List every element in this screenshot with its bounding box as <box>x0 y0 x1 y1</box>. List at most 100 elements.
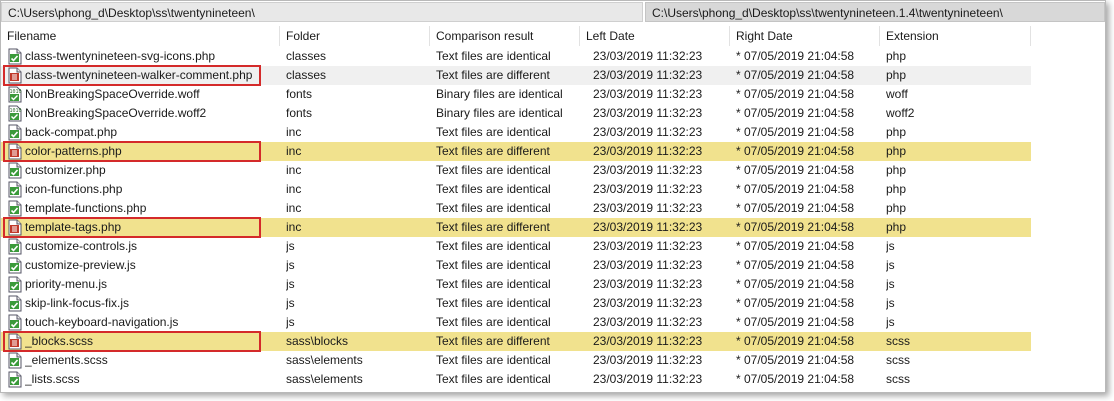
table-row[interactable]: _blocks.scss sass\blocks Text files are di… <box>1 331 1031 352</box>
folder-cell: js <box>286 239 295 253</box>
left-date-cell: 23/03/2019 11:32:23 <box>593 163 703 177</box>
filename-cell: customize-controls.js <box>25 239 138 253</box>
comparison-result-cell: Text files are different <box>436 68 550 82</box>
table-row[interactable]: color-patterns.php inc Text files are diff… <box>1 141 1031 162</box>
left-date-cell: 23/03/2019 11:32:23 <box>593 296 703 310</box>
comparison-result-cell: Text files are identical <box>436 182 551 196</box>
right-date-cell: * 07/05/2019 21:04:58 <box>736 106 855 120</box>
filename-cell: back-compat.php <box>25 125 118 139</box>
filename-cell: _lists.scss <box>25 372 80 386</box>
table-row[interactable]: template-tags.php inc Text files are diffe… <box>1 217 1031 238</box>
table-row[interactable]: class-twentynineteen-svg-icons.php classe… <box>1 47 1031 66</box>
column-extension[interactable]: Extension <box>880 26 1031 46</box>
right-date-cell: * 07/05/2019 21:04:58 <box>736 68 855 82</box>
table-row[interactable]: 1010 NonBreakingSpaceOverride.woff2 fonts B… <box>1 104 1031 123</box>
extension-cell: js <box>886 315 895 329</box>
folder-cell: sass\elements <box>286 372 363 386</box>
right-date-cell: * 07/05/2019 21:04:58 <box>736 49 855 63</box>
table-row[interactable]: customize-controls.js js Text files are id… <box>1 237 1031 256</box>
comparison-result-cell: Text files are identical <box>436 163 551 177</box>
right-date-cell: * 07/05/2019 21:04:58 <box>736 201 855 215</box>
table-row[interactable]: customize-preview.js js Text files are ide… <box>1 256 1031 275</box>
column-header: Filename Folder Comparison result Left D… <box>1 26 1031 46</box>
right-date-cell: * 07/05/2019 21:04:58 <box>736 277 855 291</box>
comparison-result-cell: Text files are different <box>436 334 550 348</box>
comparison-result-cell: Text files are different <box>436 144 550 158</box>
identical-file-icon <box>7 276 23 293</box>
identical-file-icon <box>7 181 23 198</box>
binary-file-icon: 1010 <box>7 86 23 103</box>
identical-file-icon <box>7 371 23 388</box>
filename-cell: _elements.scss <box>25 353 108 367</box>
highlight-box <box>3 141 261 162</box>
column-left-date[interactable]: Left Date <box>580 26 730 46</box>
comparison-result-cell: Binary files are identical <box>436 87 563 101</box>
table-row[interactable]: icon-functions.php inc Text files are iden… <box>1 180 1031 199</box>
highlight-box <box>3 65 261 86</box>
left-date-cell: 23/03/2019 11:32:23 <box>593 334 703 348</box>
table-row[interactable]: priority-menu.js js Text files are identic… <box>1 275 1031 294</box>
extension-cell: js <box>886 277 895 291</box>
comparison-result-cell: Binary files are identical <box>436 106 563 120</box>
comparison-result-cell: Text files are identical <box>436 315 551 329</box>
table-row[interactable]: touch-keyboard-navigation.js js Text files… <box>1 313 1031 332</box>
right-date-cell: * 07/05/2019 21:04:58 <box>736 353 855 367</box>
folder-cell: sass\elements <box>286 353 363 367</box>
table-row[interactable]: template-functions.php inc Text files are … <box>1 199 1031 218</box>
identical-file-icon <box>7 314 23 331</box>
left-date-cell: 23/03/2019 11:32:23 <box>593 125 703 139</box>
table-row[interactable]: _lists.scss sass\elements Text files are i… <box>1 370 1031 389</box>
filename-cell: NonBreakingSpaceOverride.woff2 <box>25 106 207 120</box>
filename-cell: icon-functions.php <box>25 182 123 196</box>
right-date-cell: * 07/05/2019 21:04:58 <box>736 125 855 139</box>
left-date-cell: 23/03/2019 11:32:23 <box>593 106 703 120</box>
identical-file-icon <box>7 257 23 274</box>
right-date-cell: * 07/05/2019 21:04:58 <box>736 239 855 253</box>
left-date-cell: 23/03/2019 11:32:23 <box>593 315 703 329</box>
highlight-box <box>3 217 261 238</box>
column-right-date[interactable]: Right Date <box>730 26 880 46</box>
left-date-cell: 23/03/2019 11:32:23 <box>593 220 703 234</box>
identical-file-icon <box>7 295 23 312</box>
comparison-result-cell: Text files are identical <box>436 239 551 253</box>
filename-cell: class-twentynineteen-svg-icons.php <box>25 49 216 63</box>
left-date-cell: 23/03/2019 11:32:23 <box>593 201 703 215</box>
left-date-cell: 23/03/2019 11:32:23 <box>593 372 703 386</box>
right-date-cell: * 07/05/2019 21:04:58 <box>736 372 855 386</box>
folder-cell: js <box>286 296 295 310</box>
right-date-cell: * 07/05/2019 21:04:58 <box>736 220 855 234</box>
left-date-cell: 23/03/2019 11:32:23 <box>593 277 703 291</box>
table-row[interactable]: back-compat.php inc Text files are identic… <box>1 123 1031 142</box>
comparison-result-cell: Text files are identical <box>436 372 551 386</box>
extension-cell: php <box>886 68 907 82</box>
left-date-cell: 23/03/2019 11:32:23 <box>593 353 703 367</box>
filename-cell: customizer.php <box>25 163 106 177</box>
identical-file-icon <box>7 162 23 179</box>
folder-cell: js <box>286 277 295 291</box>
extension-cell: scss <box>886 353 910 367</box>
column-folder[interactable]: Folder <box>280 26 430 46</box>
table-row[interactable]: skip-link-focus-fix.js js Text files are i… <box>1 294 1031 313</box>
right-path-field[interactable]: C:\Users\phong_d\Desktop\ss\twentyninete… <box>645 2 1105 22</box>
comparison-result-cell: Text files are identical <box>436 49 551 63</box>
left-date-cell: 23/03/2019 11:32:23 <box>593 258 703 272</box>
filename-cell: priority-menu.js <box>25 277 108 291</box>
table-row[interactable]: 1010 NonBreakingSpaceOverride.woff fonts Bi… <box>1 85 1031 104</box>
comparison-result-cell: Text files are different <box>436 220 550 234</box>
folder-cell: inc <box>286 220 302 234</box>
extension-cell: php <box>886 220 907 234</box>
table-row[interactable]: class-twentynineteen-walker-comment.php c… <box>1 65 1031 86</box>
left-path-field[interactable]: C:\Users\phong_d\Desktop\ss\twentyninete… <box>1 2 643 22</box>
table-row[interactable]: _elements.scss sass\elements Text files ar… <box>1 351 1031 370</box>
table-row[interactable]: customizer.php inc Text files are identica… <box>1 161 1031 180</box>
column-comparison-result[interactable]: Comparison result <box>430 26 580 46</box>
folder-cell: sass\blocks <box>286 334 349 348</box>
filename-cell: template-functions.php <box>25 201 147 215</box>
extension-cell: js <box>886 296 895 310</box>
folder-cell: classes <box>286 68 327 82</box>
folder-cell: inc <box>286 144 302 158</box>
right-date-cell: * 07/05/2019 21:04:58 <box>736 144 855 158</box>
extension-cell: woff2 <box>886 106 915 120</box>
column-filename[interactable]: Filename <box>1 26 280 46</box>
right-date-cell: * 07/05/2019 21:04:58 <box>736 182 855 196</box>
